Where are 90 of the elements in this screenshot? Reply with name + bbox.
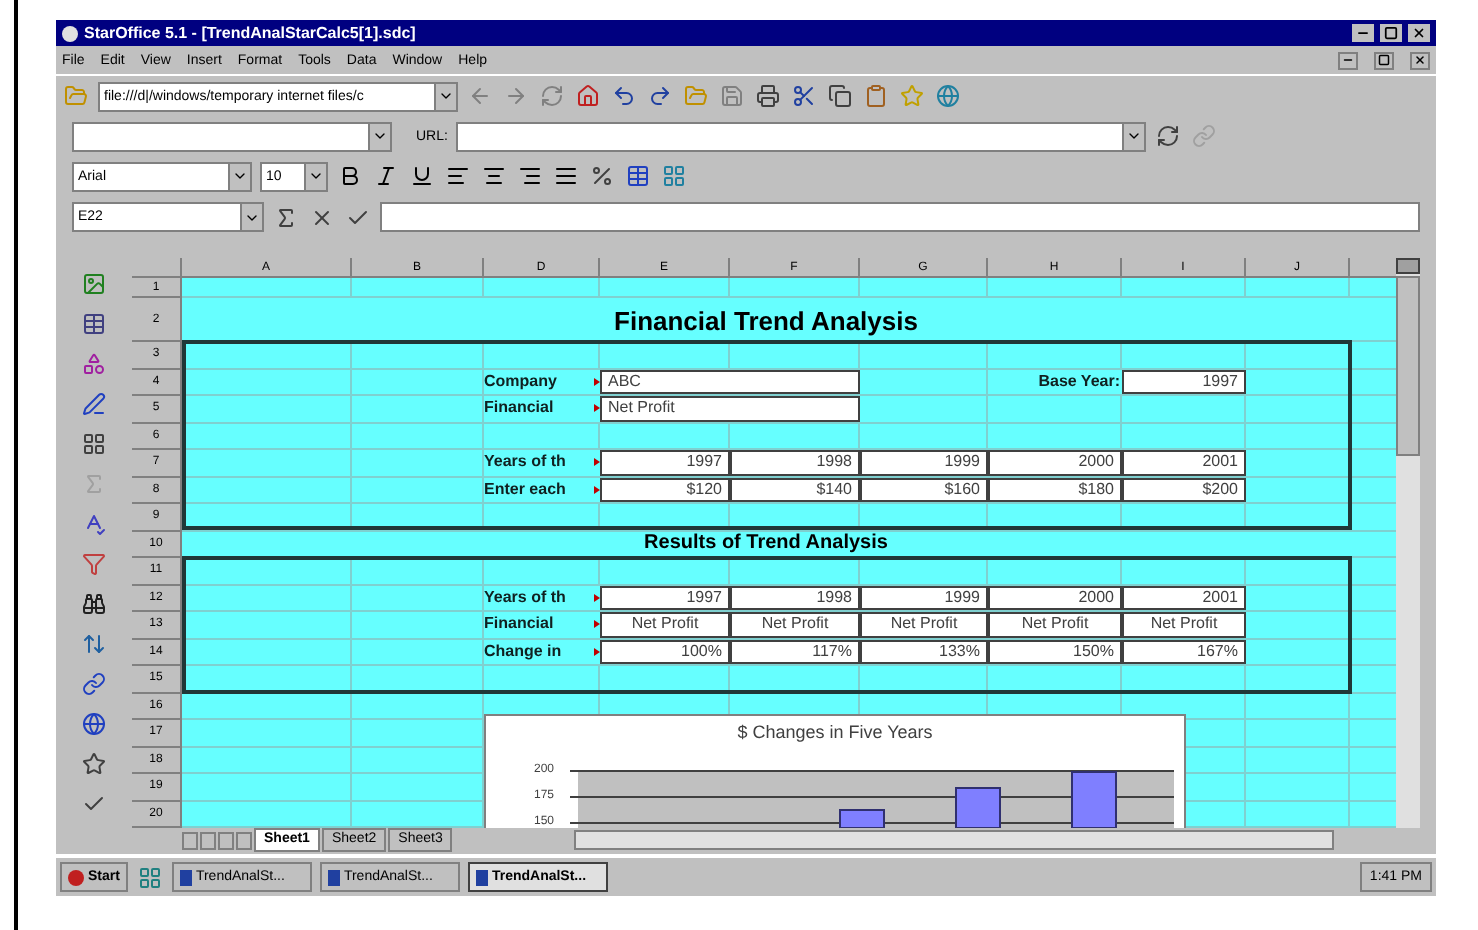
row-label: Years of th (484, 452, 568, 473)
logo-icon (68, 869, 84, 885)
table-cell: $200 (1122, 477, 1246, 502)
scroll-thumb[interactable] (1396, 276, 1420, 456)
scroll-up-button[interactable] (1396, 258, 1420, 274)
scissors-icon[interactable] (790, 82, 818, 110)
table-cell: Net Profit (860, 612, 988, 637)
star-icon[interactable] (80, 750, 108, 778)
table-cell: Net Profit (1122, 612, 1246, 637)
window-title: StarOffice 5.1 - [TrendAnalStarCalc5[1].sdc] (84, 23, 418, 43)
table-cell: 2001 (1122, 585, 1246, 610)
align-left-icon[interactable] (444, 162, 472, 190)
clipboard-icon[interactable] (862, 82, 890, 110)
maximize-icon[interactable] (1374, 51, 1394, 69)
grid-icon[interactable] (80, 430, 108, 458)
forward-icon[interactable] (502, 82, 530, 110)
document-icon (327, 869, 340, 885)
pen-icon[interactable] (80, 390, 108, 418)
table-cell: 150% (988, 639, 1122, 664)
table-cell: Net Profit (600, 396, 860, 421)
grid-icon[interactable] (660, 162, 688, 190)
undo-icon[interactable] (610, 82, 638, 110)
table-cell: Net Profit (988, 612, 1122, 637)
table-cell: 100% (600, 639, 730, 664)
text-field[interactable] (72, 121, 392, 151)
back-icon[interactable] (466, 82, 494, 110)
document-icon (475, 869, 488, 885)
align-justify-icon[interactable] (552, 162, 580, 190)
sheet-title: Financial Trend Analysis (614, 306, 918, 338)
row-label: Financial (484, 614, 556, 635)
chart-title: $ Changes in Five Years (737, 722, 933, 744)
vertical-scrollbar[interactable] (1396, 274, 1420, 828)
sort-icon[interactable] (80, 630, 108, 658)
table-cell: 1997 (600, 450, 730, 475)
formula-field[interactable] (380, 202, 1420, 232)
close-icon[interactable] (1408, 24, 1430, 42)
horizontal-scrollbar[interactable] (574, 830, 1335, 850)
star-icon[interactable] (898, 82, 926, 110)
home-icon[interactable] (574, 82, 602, 110)
binoculars-icon[interactable] (80, 590, 108, 618)
section-title: Results of Trend Analysis (644, 531, 888, 556)
align-center-icon[interactable] (480, 162, 508, 190)
field-label: Base Year: (1038, 371, 1120, 392)
document-icon (179, 869, 192, 885)
globe-icon[interactable] (80, 710, 108, 738)
row-label: Years of th (484, 587, 568, 608)
table-cell: Net Profit (730, 612, 860, 637)
filter-icon[interactable] (80, 550, 108, 578)
url-field[interactable] (455, 121, 1146, 151)
row-label: Change in (484, 641, 564, 662)
percent-icon[interactable] (588, 162, 616, 190)
table-cell: Net Profit (600, 612, 730, 637)
desktop-icon[interactable] (135, 863, 164, 891)
table-cell: 133% (860, 639, 988, 664)
table-cell: $140 (730, 477, 860, 502)
table-cell: ABC (600, 369, 860, 394)
table-cell: $120 (600, 477, 730, 502)
table-cell: $180 (988, 477, 1122, 502)
table-cell: 1998 (730, 450, 860, 475)
copy-icon[interactable] (826, 82, 854, 110)
link-icon[interactable] (80, 670, 108, 698)
minimize-icon[interactable] (1352, 24, 1374, 42)
table-cell: 167% (1122, 639, 1246, 664)
table-icon[interactable] (80, 310, 108, 338)
table-cell: 1999 (860, 585, 988, 610)
table-cell: 1998 (730, 585, 860, 610)
row-label: Financial (484, 398, 556, 419)
table-cell: 1997 (1122, 369, 1246, 394)
maximize-icon[interactable] (1380, 24, 1402, 42)
table-cell: 2000 (988, 585, 1122, 610)
table-cell: 2001 (1122, 450, 1246, 475)
table-cell: 1999 (860, 450, 988, 475)
underline-icon[interactable] (408, 162, 436, 190)
close-icon[interactable] (1410, 51, 1430, 69)
table-cell: 1997 (600, 585, 730, 610)
shapes-icon[interactable] (80, 350, 108, 378)
globe-icon[interactable] (934, 82, 962, 110)
table-icon[interactable] (624, 162, 652, 190)
table-cell: $160 (860, 477, 988, 502)
printer-icon[interactable] (754, 82, 782, 110)
refresh-icon[interactable] (1153, 122, 1182, 150)
minimize-icon[interactable] (1338, 51, 1358, 69)
app-icon (62, 25, 78, 41)
redo-icon[interactable] (646, 82, 674, 110)
table-cell: 117% (730, 639, 860, 664)
table-cell: 2000 (988, 450, 1122, 475)
align-right-icon[interactable] (516, 162, 544, 190)
row-label: Company (484, 371, 559, 392)
row-label: Enter each (484, 479, 568, 500)
italic-icon[interactable] (372, 162, 400, 190)
